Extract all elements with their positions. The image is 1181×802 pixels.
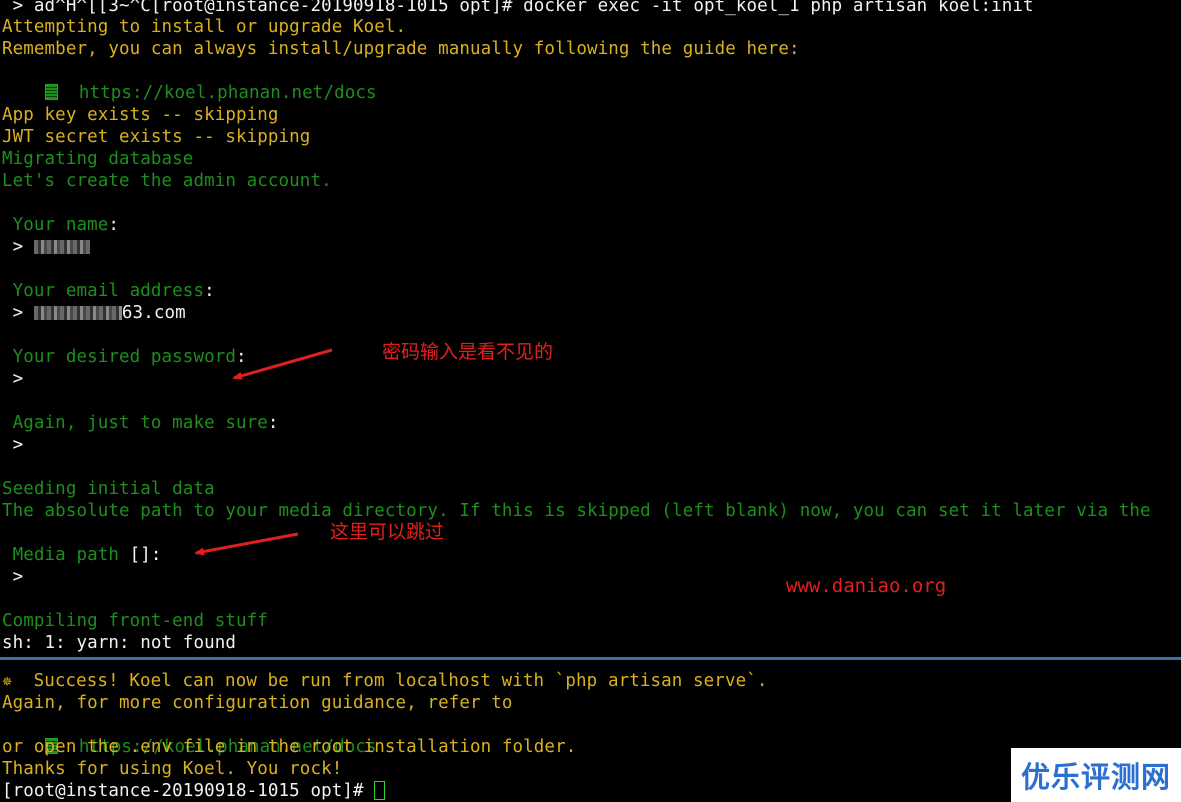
media-annotation: 这里可以跳过 bbox=[330, 521, 445, 543]
password-annotation: 密码输入是看不见的 bbox=[382, 341, 554, 363]
badge-text: 优乐评测网 bbox=[1020, 760, 1171, 794]
media-arrow bbox=[194, 532, 299, 556]
site-watermark: www.daniao.org bbox=[786, 575, 947, 597]
watermark-badge: 优乐评测网 bbox=[1011, 748, 1181, 802]
annotation-arrows bbox=[194, 348, 333, 556]
password-arrow bbox=[232, 348, 333, 380]
